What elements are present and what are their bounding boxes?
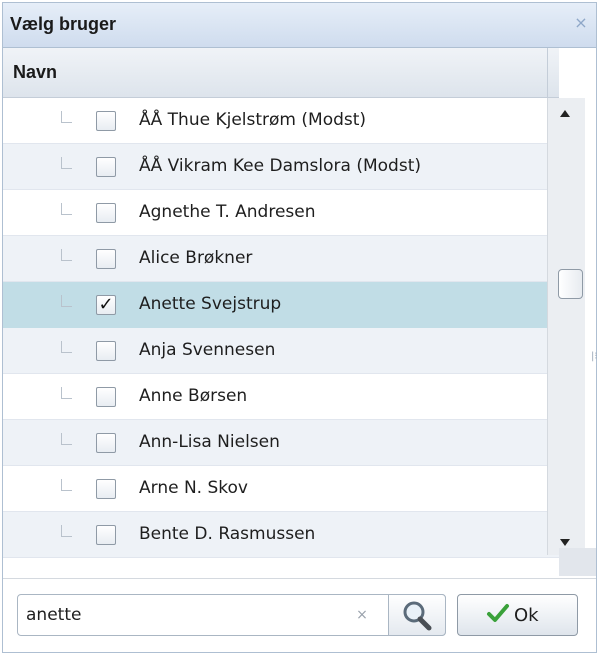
row-checkbox[interactable] <box>96 157 116 177</box>
row-checkbox[interactable] <box>96 111 116 131</box>
tree-connector-icon <box>61 203 72 215</box>
table-row[interactable]: Arne N. Skov <box>3 466 559 512</box>
vertical-scrollbar[interactable] <box>547 98 585 555</box>
column-header-name[interactable]: Navn <box>13 62 57 83</box>
search-box: × <box>17 594 446 636</box>
user-name: Anne Børsen <box>139 386 248 406</box>
row-checkbox[interactable] <box>96 249 116 269</box>
checkmark-icon: ✓ <box>98 294 114 315</box>
grid-header: Navn <box>3 48 559 98</box>
tree-connector-icon <box>61 111 72 123</box>
grid-rows: ÅÅ Thue Kjelstrøm (Modst) ÅÅ Vikram Kee D… <box>3 98 559 558</box>
row-checkbox[interactable] <box>96 433 116 453</box>
splitter-handle-icon[interactable]: |⁝ <box>591 347 598 367</box>
header-divider <box>547 48 548 98</box>
user-name: Alice Brøkner <box>139 248 253 268</box>
tree-connector-icon <box>61 295 72 307</box>
user-name: Arne N. Skov <box>139 478 248 498</box>
select-user-dialog: Vælg bruger × Navn ÅÅ Thue Kjelstrøm (Mo… <box>2 2 598 653</box>
row-checkbox[interactable] <box>96 479 116 499</box>
dialog-titlebar[interactable]: Vælg bruger × <box>3 3 596 48</box>
row-checkbox[interactable] <box>96 387 116 407</box>
user-name: Ann-Lisa Nielsen <box>139 432 280 452</box>
table-row[interactable]: Bente D. Rasmussen <box>3 512 559 558</box>
table-row[interactable]: Alice Brøkner <box>3 236 559 282</box>
dialog-footer: × Ok <box>3 578 596 652</box>
table-row[interactable]: ÅÅ Vikram Kee Damslora (Modst) <box>3 144 559 190</box>
user-name: Anja Svennesen <box>139 340 276 360</box>
search-button[interactable] <box>388 594 446 636</box>
ok-button[interactable]: Ok <box>457 594 578 636</box>
dialog-title: Vælg bruger <box>10 14 117 34</box>
row-checkbox[interactable]: ✓ <box>96 295 116 315</box>
check-icon <box>487 604 509 622</box>
user-name: Agnethe T. Andresen <box>139 202 316 222</box>
table-row[interactable]: Agnethe T. Andresen <box>3 190 559 236</box>
user-name: ÅÅ Thue Kjelstrøm (Modst) <box>139 110 367 130</box>
tree-connector-icon <box>61 341 72 353</box>
row-checkbox[interactable] <box>96 203 116 223</box>
vertical-scroll-thumb[interactable] <box>558 269 583 299</box>
tree-connector-icon <box>61 433 72 445</box>
tree-connector-icon <box>61 157 72 169</box>
scroll-up-arrow-icon[interactable] <box>560 110 570 117</box>
user-name: ÅÅ Vikram Kee Damslora (Modst) <box>139 156 421 176</box>
tree-connector-icon <box>61 525 72 537</box>
scroll-down-arrow-icon[interactable] <box>560 539 570 546</box>
scrollbar-corner <box>559 548 596 576</box>
close-icon[interactable]: × <box>572 14 590 32</box>
user-name: Bente D. Rasmussen <box>139 524 316 544</box>
tree-connector-icon <box>61 249 72 261</box>
clear-icon[interactable]: × <box>354 605 370 625</box>
table-row[interactable]: Anja Svennesen <box>3 328 559 374</box>
user-grid: Navn ÅÅ Thue Kjelstrøm (Modst) ÅÅ Vikram … <box>3 48 559 577</box>
row-checkbox[interactable] <box>96 525 116 545</box>
ok-button-label: Ok <box>514 605 539 626</box>
table-row[interactable]: Anne Børsen <box>3 374 559 420</box>
table-row[interactable]: ÅÅ Thue Kjelstrøm (Modst) <box>3 98 559 144</box>
table-row[interactable]: Ann-Lisa Nielsen <box>3 420 559 466</box>
magnifier-icon <box>403 601 432 631</box>
row-checkbox[interactable] <box>96 341 116 361</box>
tree-connector-icon <box>61 479 72 491</box>
tree-connector-icon <box>61 387 72 399</box>
user-name: Anette Svejstrup <box>139 294 282 314</box>
search-input[interactable] <box>26 603 366 627</box>
table-row[interactable]: ✓ Anette Svejstrup <box>3 282 559 328</box>
